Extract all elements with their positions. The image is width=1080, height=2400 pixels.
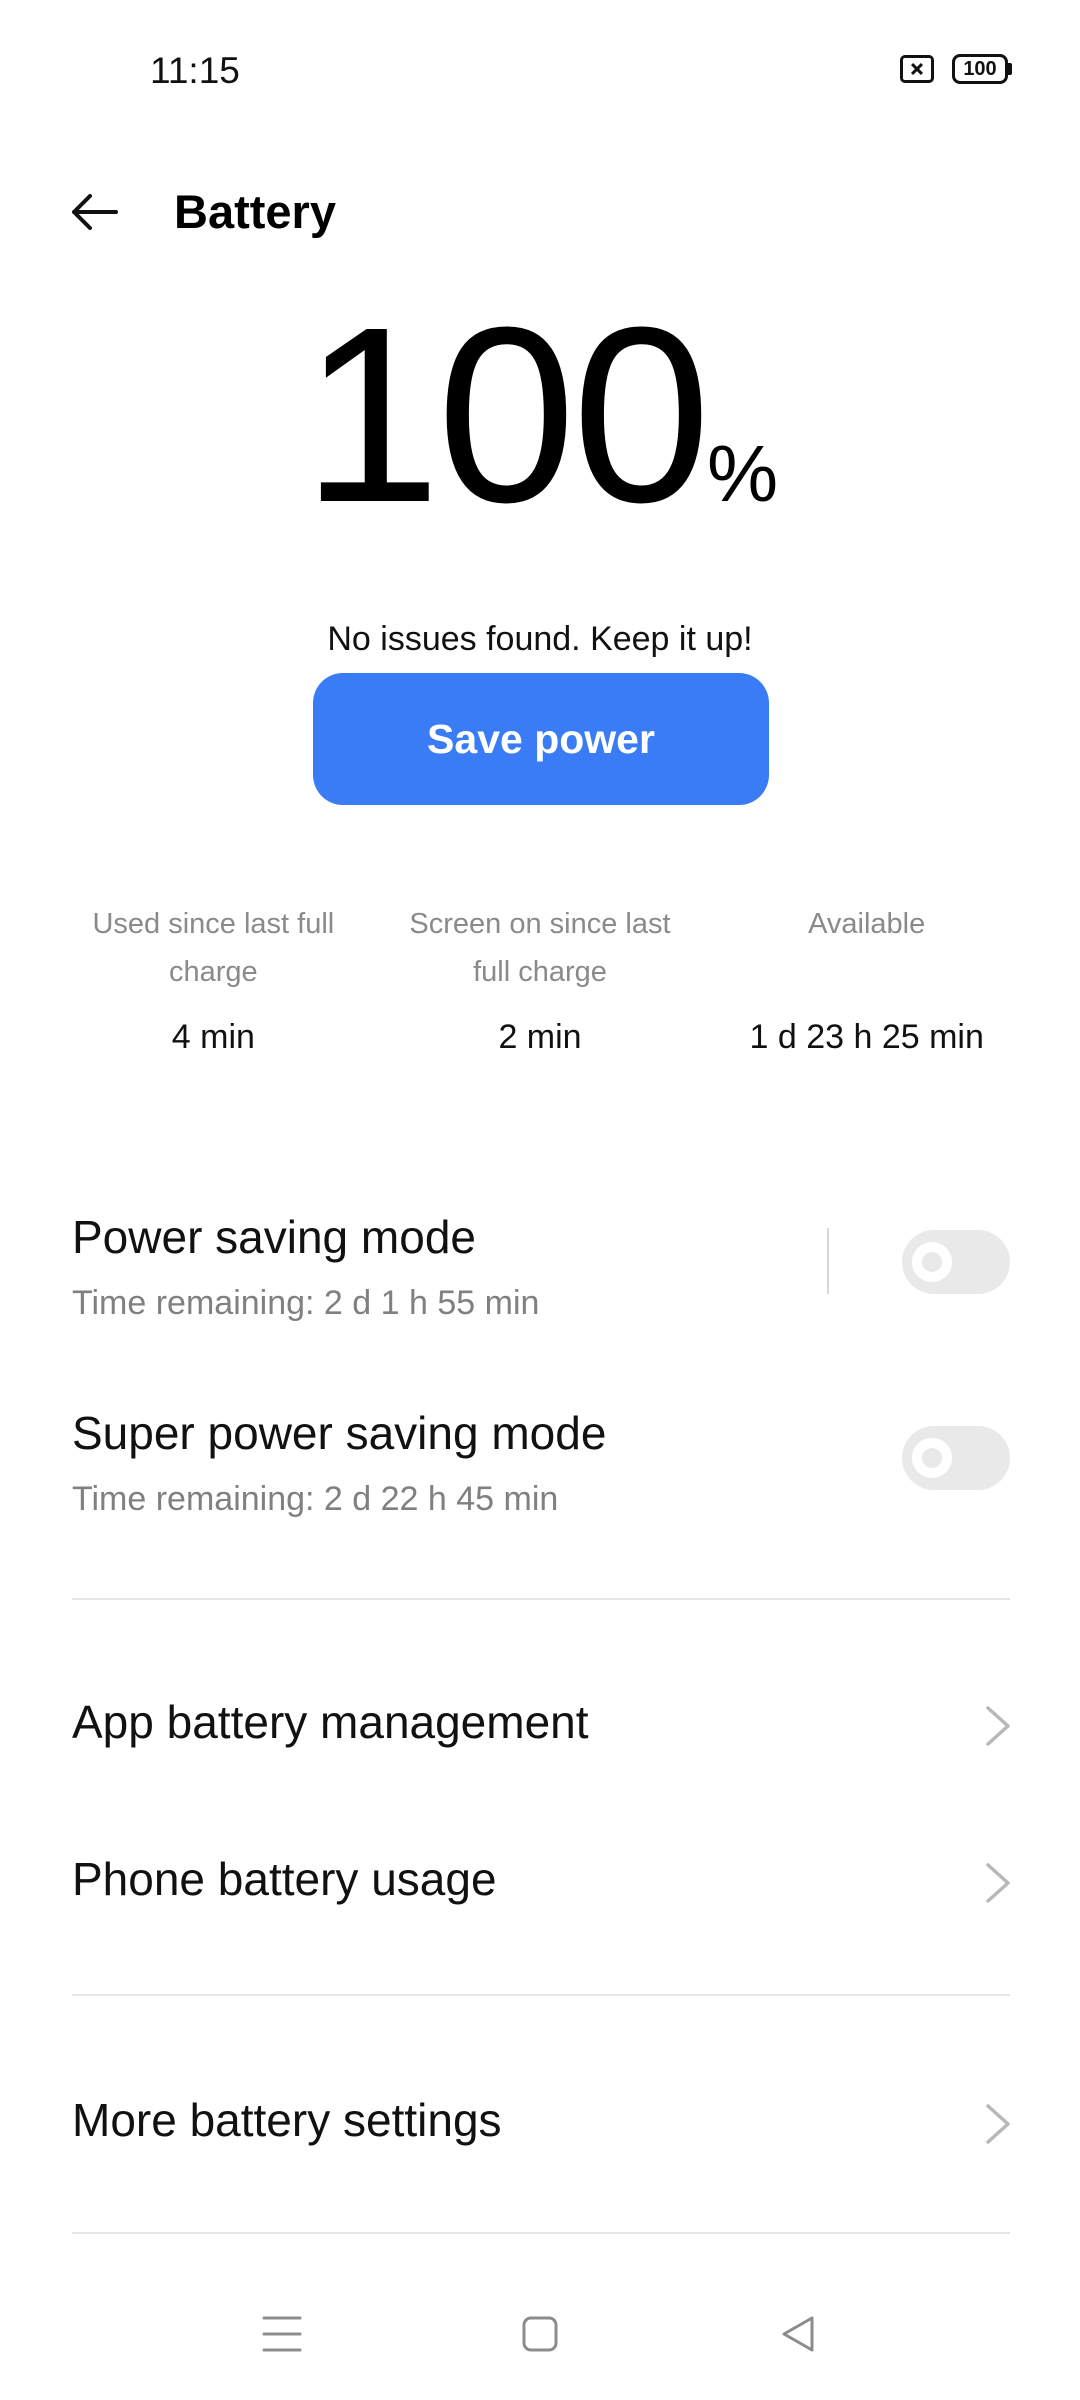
more-battery-settings-label: More battery settings xyxy=(72,2094,502,2146)
power-saving-mode-title[interactable]: Power saving mode xyxy=(72,1210,476,1264)
app-battery-management-label: App battery management xyxy=(72,1696,589,1748)
super-power-saving-mode-subtitle: Time remaining: 2 d 22 h 45 min xyxy=(72,1480,559,1518)
battery-screen: 11:15 100 Battery 100% No issues found. … xyxy=(0,0,1080,2400)
battery-percent-unit: % xyxy=(706,429,779,518)
battery-icon: 100 xyxy=(952,54,1012,84)
system-navigation-bar xyxy=(0,2300,1080,2380)
page-title: Battery xyxy=(174,185,336,238)
super-power-saving-mode-title[interactable]: Super power saving mode xyxy=(72,1406,606,1460)
divider-vertical xyxy=(827,1228,829,1294)
phone-battery-usage-label: Phone battery usage xyxy=(72,1853,497,1905)
battery-percent-value: 100 xyxy=(301,275,711,554)
battery-level-text: 100 xyxy=(952,54,1008,84)
status-time: 11:15 xyxy=(150,50,240,91)
stat-value: 4 min xyxy=(171,1018,255,1056)
app-battery-management-item[interactable]: App battery management xyxy=(0,1660,1080,1790)
toggle-knob xyxy=(912,1438,952,1478)
power-saving-mode-toggle[interactable] xyxy=(902,1230,1010,1294)
home-icon[interactable] xyxy=(520,2312,560,2356)
battery-percentage: 100% xyxy=(0,290,1080,540)
status-icons: 100 xyxy=(900,54,1012,84)
back-triangle-icon[interactable] xyxy=(778,2312,818,2356)
stat-label: Available xyxy=(808,908,926,940)
power-saving-mode-subtitle: Time remaining: 2 d 1 h 55 min xyxy=(72,1284,540,1322)
menu-icon[interactable] xyxy=(262,2312,302,2356)
stat-available: Available 1 d 23 h 25 min xyxy=(703,900,1030,1057)
battery-stats: Used since last full charge 4 min Screen… xyxy=(50,900,1030,1057)
stat-label: Used since last full charge xyxy=(92,908,335,988)
phone-battery-usage-item[interactable]: Phone battery usage xyxy=(0,1817,1080,1947)
section-divider xyxy=(72,1994,1010,1996)
chevron-right-icon xyxy=(986,1863,1010,1903)
more-battery-settings-item[interactable]: More battery settings xyxy=(0,2058,1080,2188)
section-divider xyxy=(72,2232,1010,2234)
stat-value: 2 min xyxy=(498,1018,582,1056)
stat-label: Screen on since last full charge xyxy=(409,908,671,988)
section-divider xyxy=(72,1598,1010,1600)
back-arrow-icon[interactable] xyxy=(66,184,122,240)
stat-value: 1 d 23 h 25 min xyxy=(749,1018,984,1056)
chevron-right-icon xyxy=(986,1706,1010,1746)
chevron-right-icon xyxy=(986,2104,1010,2144)
stat-used-since-charge: Used since last full charge 4 min xyxy=(50,900,377,1057)
battery-tip xyxy=(1008,63,1012,75)
battery-status-message: No issues found. Keep it up! xyxy=(327,620,753,658)
toggle-knob xyxy=(912,1242,952,1282)
sim-off-icon xyxy=(900,55,934,83)
super-power-saving-mode-toggle[interactable] xyxy=(902,1426,1010,1490)
save-power-button[interactable]: Save power xyxy=(313,673,769,805)
stat-screen-on: Screen on since last full charge 2 min xyxy=(377,900,704,1057)
